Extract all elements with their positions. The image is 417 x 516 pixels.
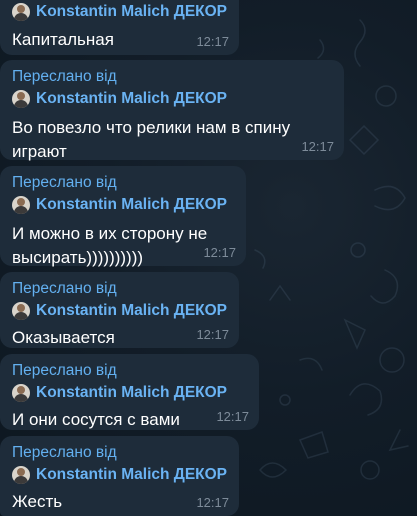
message-bubble[interactable]: Переслано від Konstantin Malich ДЕКОР И … — [0, 354, 259, 430]
author-name[interactable]: Konstantin Malich ДЕКОР — [36, 384, 227, 402]
author-row: Konstantin Malich ДЕКОР — [12, 464, 227, 486]
message-text: И можно в их сторону не высирать))))))))… — [12, 222, 234, 270]
partial-author-row: Konstantin Malich ДЕКОР — [12, 1, 227, 23]
message-bubble[interactable]: Переслано від Konstantin Malich ДЕКОР Же… — [0, 436, 239, 516]
message-text: Оказывается — [12, 326, 227, 350]
message-text-line: Оказывается — [12, 328, 115, 347]
message-bubble[interactable]: Переслано від Konstantin Malich ДЕКОР Во… — [0, 60, 344, 161]
author-name[interactable]: Konstantin Malich ДЕКОР — [36, 196, 227, 214]
author-avatar[interactable] — [12, 90, 30, 108]
author-row: Konstantin Malich ДЕКОР — [12, 300, 227, 322]
author-row: Konstantin Malich ДЕКОР — [12, 88, 332, 110]
forwarded-from-label: Переслано від — [12, 174, 117, 191]
message-text-line: И можно в их сторону не — [12, 224, 208, 243]
message-time: 12:17 — [216, 409, 249, 424]
message-bubble[interactable]: Переслано від Konstantin Malich ДЕКОР Ок… — [0, 272, 239, 348]
message-time: 12:17 — [196, 327, 229, 342]
message-time: 12:17 — [196, 34, 229, 49]
author-avatar[interactable] — [12, 196, 30, 214]
message-text-line: Жесть — [12, 492, 63, 511]
message-text: И они сосутся с вами — [12, 408, 247, 432]
message-text-line: И они сосутся с вами — [12, 410, 180, 429]
forwarded-from-label: Переслано від — [12, 444, 117, 461]
forwarded-from-label: Переслано від — [12, 280, 117, 297]
message-text-line: высирать)))))))))) — [12, 248, 144, 267]
forwarded-from-label: Переслано від — [12, 68, 117, 85]
author-name[interactable]: Konstantin Malich ДЕКОР — [36, 3, 227, 21]
author-name[interactable]: Konstantin Malich ДЕКОР — [36, 466, 227, 484]
author-avatar[interactable] — [12, 302, 30, 320]
forwarded-from-label: Переслано від — [12, 362, 117, 379]
partial-message-top[interactable]: Konstantin Malich ДЕКОР Капитальная 12:1… — [0, 0, 239, 55]
message-text: Во повезло что релики нам в спину играют — [12, 116, 332, 164]
author-name[interactable]: Konstantin Malich ДЕКОР — [36, 90, 227, 108]
message-text: Жесть — [12, 490, 227, 514]
message-text-line: играют — [12, 142, 67, 161]
message-text-line: Капитальная — [12, 30, 114, 49]
author-row: Konstantin Malich ДЕКОР — [12, 382, 247, 404]
author-avatar[interactable] — [12, 384, 30, 402]
message-text: Капитальная — [12, 28, 227, 52]
author-name[interactable]: Konstantin Malich ДЕКОР — [36, 302, 227, 320]
message-bubble[interactable]: Переслано від Konstantin Malich ДЕКОР И … — [0, 166, 246, 267]
message-time: 12:17 — [301, 139, 334, 154]
author-avatar[interactable] — [12, 466, 30, 484]
author-avatar[interactable] — [12, 3, 30, 21]
author-row: Konstantin Malich ДЕКОР — [12, 194, 234, 216]
message-text-line: Во повезло что релики нам в спину — [12, 118, 291, 137]
message-time: 12:17 — [203, 245, 236, 260]
message-time: 12:17 — [196, 495, 229, 510]
